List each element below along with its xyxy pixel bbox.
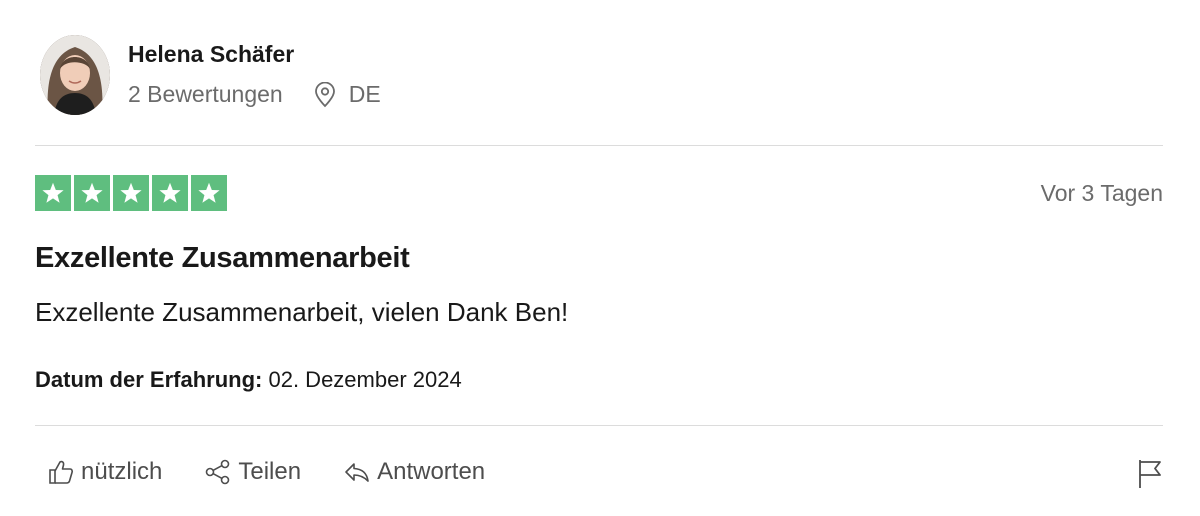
flag-icon[interactable]	[1136, 458, 1164, 490]
star-icon	[35, 175, 71, 211]
experience-label: Datum der Erfahrung:	[35, 367, 263, 392]
star-icon	[74, 175, 110, 211]
footer-divider	[35, 425, 1163, 426]
reply-label: Antworten	[377, 458, 486, 485]
header-divider	[35, 145, 1163, 146]
review-title[interactable]: Exzellente Zusammenarbeit	[35, 242, 410, 275]
location-pin-icon	[314, 81, 335, 107]
avatar[interactable]	[40, 35, 110, 115]
share-label: Teilen	[238, 458, 302, 485]
avatar-image	[40, 35, 110, 115]
reply-icon	[345, 463, 369, 482]
useful-button[interactable]: nützlich	[47, 458, 162, 486]
reviewer-header: Helena Schäfer 2 Bewertungen DE	[35, 30, 1165, 120]
star-icon	[152, 175, 188, 211]
experience-date: Datum der Erfahrung: 02. Dezember 2024	[35, 367, 462, 393]
share-icon	[206, 459, 230, 485]
experience-date-value: 02. Dezember 2024	[268, 367, 462, 392]
reviewer-name[interactable]: Helena Schäfer	[128, 41, 294, 68]
useful-label: nützlich	[81, 458, 163, 485]
star-rating	[35, 175, 227, 211]
review-body: Exzellente Zusammenarbeit, vielen Dank B…	[35, 297, 569, 327]
reply-button[interactable]: Antworten	[343, 458, 485, 486]
review-actions: nützlich Teilen Antworten	[47, 458, 527, 486]
review-relative-date: Vor 3 Tagen	[1040, 180, 1163, 206]
reviewer-country: DE	[348, 81, 381, 107]
share-button[interactable]: Teilen	[204, 458, 301, 486]
star-icon	[113, 175, 149, 211]
thumbs-up-icon	[49, 460, 73, 484]
star-icon	[191, 175, 227, 211]
review-card: Helena Schäfer 2 Bewertungen DE Vor 3 Ta…	[0, 0, 1200, 516]
review-count: 2 Bewertungen	[128, 81, 283, 107]
reviewer-meta: 2 Bewertungen DE	[128, 81, 381, 108]
